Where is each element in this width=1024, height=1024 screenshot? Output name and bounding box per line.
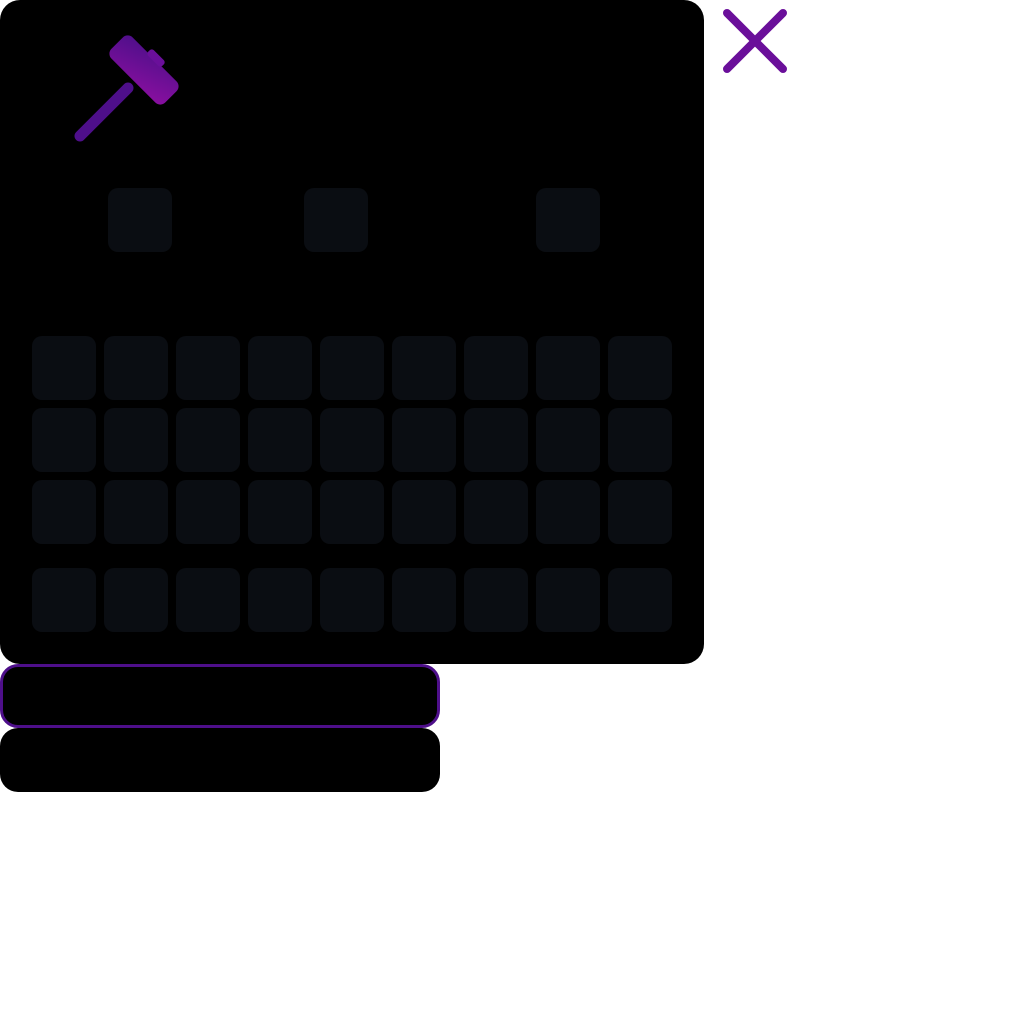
- word-slot-2: [304, 188, 368, 252]
- letter-key[interactable]: [320, 568, 384, 632]
- letter-key[interactable]: [248, 480, 312, 544]
- word-slot-3: [536, 188, 600, 252]
- letter-key[interactable]: [320, 480, 384, 544]
- letter-key[interactable]: [104, 480, 168, 544]
- letter-key[interactable]: [320, 408, 384, 472]
- letter-key[interactable]: [464, 336, 528, 400]
- letter-key[interactable]: [392, 336, 456, 400]
- letter-key[interactable]: [608, 568, 672, 632]
- letter-key[interactable]: [608, 408, 672, 472]
- letter-key[interactable]: [464, 480, 528, 544]
- letter-key[interactable]: [536, 408, 600, 472]
- letter-key[interactable]: [536, 336, 600, 400]
- word-slot-1: [108, 188, 172, 252]
- letter-key[interactable]: [176, 336, 240, 400]
- letter-key[interactable]: [176, 568, 240, 632]
- letter-key[interactable]: [104, 568, 168, 632]
- letter-key[interactable]: [392, 568, 456, 632]
- letter-key[interactable]: [32, 480, 96, 544]
- game-screen: [0, 0, 1024, 1024]
- letter-key[interactable]: [176, 480, 240, 544]
- letter-key[interactable]: [536, 568, 600, 632]
- letter-key[interactable]: [176, 408, 240, 472]
- letter-key[interactable]: [320, 336, 384, 400]
- letter-key[interactable]: [104, 336, 168, 400]
- letter-key[interactable]: [32, 568, 96, 632]
- letter-key[interactable]: [248, 408, 312, 472]
- letter-key[interactable]: [248, 336, 312, 400]
- letter-key[interactable]: [32, 336, 96, 400]
- game-panel: [0, 0, 704, 664]
- letter-key[interactable]: [392, 408, 456, 472]
- letter-key[interactable]: [608, 480, 672, 544]
- letter-key[interactable]: [608, 336, 672, 400]
- letter-key[interactable]: [536, 480, 600, 544]
- letter-key[interactable]: [464, 568, 528, 632]
- letter-key[interactable]: [248, 568, 312, 632]
- letter-key[interactable]: [392, 480, 456, 544]
- hammer-icon: [74, 35, 179, 142]
- letter-key[interactable]: [32, 408, 96, 472]
- primary-action-button[interactable]: [0, 664, 440, 728]
- letter-key[interactable]: [104, 408, 168, 472]
- secondary-action-button[interactable]: [0, 728, 440, 792]
- close-icon[interactable]: [718, 6, 792, 80]
- letter-key[interactable]: [464, 408, 528, 472]
